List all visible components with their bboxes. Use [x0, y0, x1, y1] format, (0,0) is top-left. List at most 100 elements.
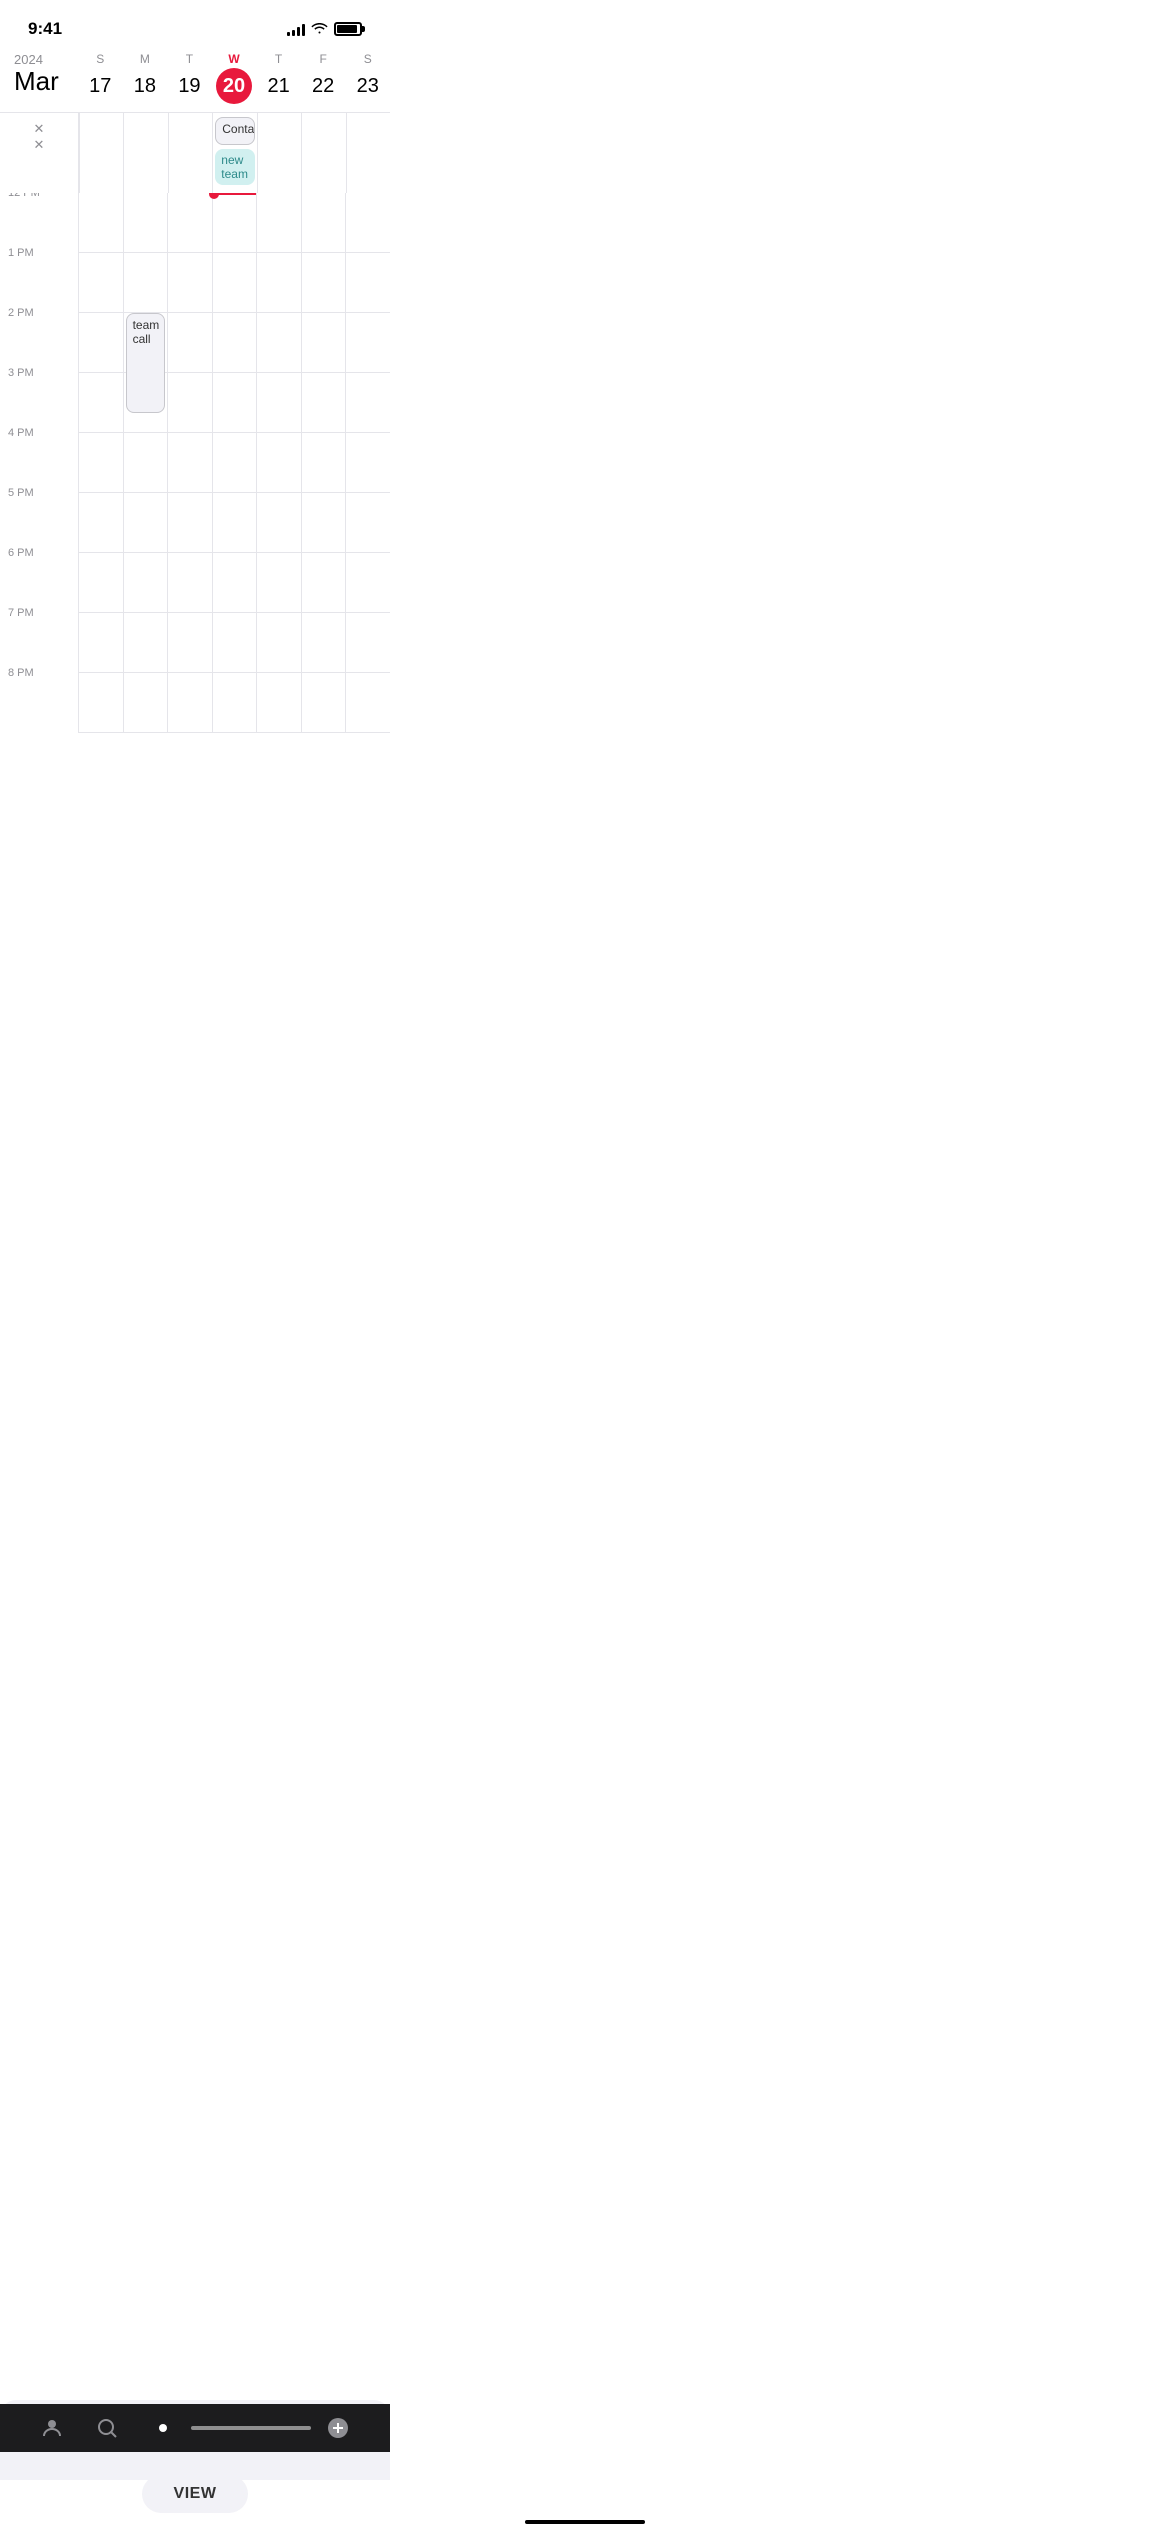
day-number: 17: [82, 68, 118, 104]
time-slot-8: 8 PM: [0, 673, 78, 733]
add-icon: [326, 2416, 350, 2440]
time-slot-5: 5 PM: [0, 493, 78, 553]
grid-col-5: [301, 193, 346, 733]
hour-line-1: [213, 613, 257, 673]
nav-dot: [159, 2424, 167, 2432]
hour-line-1: [346, 613, 390, 673]
day-col-4: [257, 113, 301, 193]
hour-line-2: [257, 553, 301, 613]
hour-line-6: [346, 313, 390, 373]
current-time-indicator: [213, 193, 257, 195]
time-slot-2: 2 PM: [0, 313, 78, 373]
time-label-8: 8 PM: [8, 667, 34, 679]
hour-line-3: [257, 493, 301, 553]
day-col-header-19[interactable]: T19: [167, 52, 212, 104]
day-col-header-21[interactable]: T21: [256, 52, 301, 104]
days-grid: team call: [78, 193, 390, 733]
day-col-header-17[interactable]: S 17: [78, 52, 123, 104]
day-col-header-18[interactable]: M18: [123, 52, 168, 104]
hour-line-2: [79, 553, 123, 613]
hour-line-6: [302, 313, 346, 373]
hour-line-1: [124, 613, 168, 673]
hour-line-7: [124, 253, 168, 313]
day-letter: W: [228, 52, 239, 66]
battery-icon: [334, 22, 362, 36]
hour-line-0: [124, 673, 168, 733]
time-label-2: 2 PM: [8, 307, 34, 319]
hour-line-4: [213, 433, 257, 493]
hour-line-1: [168, 613, 212, 673]
time-slot-3: 3 PM: [0, 373, 78, 433]
hour-line-0: [168, 673, 212, 733]
grid-col-3: [212, 193, 257, 733]
day-number: 20: [216, 68, 252, 104]
hour-line-4: [168, 433, 212, 493]
hour-line-8: [257, 193, 301, 253]
hour-line-6: [168, 313, 212, 373]
hour-line-7: [168, 253, 212, 313]
time-label-3: 3 PM: [8, 367, 34, 379]
hour-line-8: [124, 193, 168, 253]
day-number: 22: [305, 68, 341, 104]
grid-col-6: [345, 193, 390, 733]
time-column: 12 PM1 PM2 PM3 PM4 PM5 PM6 PM7 PM8 PM: [0, 193, 78, 733]
home-indicator: [525, 2520, 645, 2524]
hour-line-7: [302, 253, 346, 313]
day-col-1: [123, 113, 167, 193]
time-slot-1: 1 PM: [0, 253, 78, 313]
day-col-header-23[interactable]: S 23: [345, 52, 390, 104]
person-icon: [40, 2416, 64, 2440]
hour-line-1: [257, 613, 301, 673]
time-label-4: 4 PM: [8, 427, 34, 439]
hour-line-8: [168, 193, 212, 253]
view-button[interactable]: VIEW: [142, 2475, 249, 2513]
hour-line-6: [213, 313, 257, 373]
status-time: 9:41: [28, 19, 62, 39]
hour-line-0: [257, 673, 301, 733]
day-number: 18: [127, 68, 163, 104]
day-col-header-22[interactable]: F22: [301, 52, 346, 104]
day-col-header-20[interactable]: W 20: [212, 52, 257, 104]
hour-line-2: [346, 553, 390, 613]
event-new-team[interactable]: new team: [215, 149, 254, 185]
time-label-7: 7 PM: [8, 607, 34, 619]
hour-line-5: [346, 373, 390, 433]
hour-line-7: [213, 253, 257, 313]
time-grid-scroll[interactable]: 12 PM1 PM2 PM3 PM4 PM5 PM6 PM7 PM8 PM te…: [0, 193, 390, 2525]
hour-line-5: [302, 373, 346, 433]
time-slot-4: 4 PM: [0, 433, 78, 493]
hour-line-4: [124, 433, 168, 493]
day-letter: S: [364, 52, 372, 66]
hour-line-4: [257, 433, 301, 493]
hour-line-5: [168, 373, 212, 433]
hour-line-8: [213, 193, 257, 253]
hour-line-7: [257, 253, 301, 313]
hour-line-4: [302, 433, 346, 493]
day-number: 23: [350, 68, 386, 104]
hour-line-0: [346, 673, 390, 733]
time-slot-0: 12 PM: [0, 193, 78, 253]
hour-line-0: [302, 673, 346, 733]
hour-line-8: [346, 193, 390, 253]
time-label-6: 6 PM: [8, 547, 34, 559]
event-contact[interactable]: Contac: [215, 117, 254, 145]
hour-line-8: [302, 193, 346, 253]
hour-line-2: [124, 553, 168, 613]
hour-line-4: [346, 433, 390, 493]
hour-line-7: [79, 253, 123, 313]
collapse-icon[interactable]: ✕✕: [34, 121, 45, 153]
nav-item-add[interactable]: [311, 2416, 367, 2440]
hour-line-4: [79, 433, 123, 493]
nav-item-person[interactable]: [24, 2416, 80, 2440]
nav-item-search[interactable]: [80, 2416, 136, 2440]
hour-line-3: [346, 493, 390, 553]
event-team-call[interactable]: team call: [126, 313, 166, 413]
nav-item-dot[interactable]: [135, 2424, 191, 2432]
day-letter: T: [186, 52, 193, 66]
day-letter: S: [96, 52, 104, 66]
day-number: 21: [261, 68, 297, 104]
grid-col-1: team call: [123, 193, 168, 733]
hour-line-2: [302, 553, 346, 613]
time-label-0: 12 PM: [8, 193, 40, 199]
month-label: Mar: [14, 67, 78, 96]
